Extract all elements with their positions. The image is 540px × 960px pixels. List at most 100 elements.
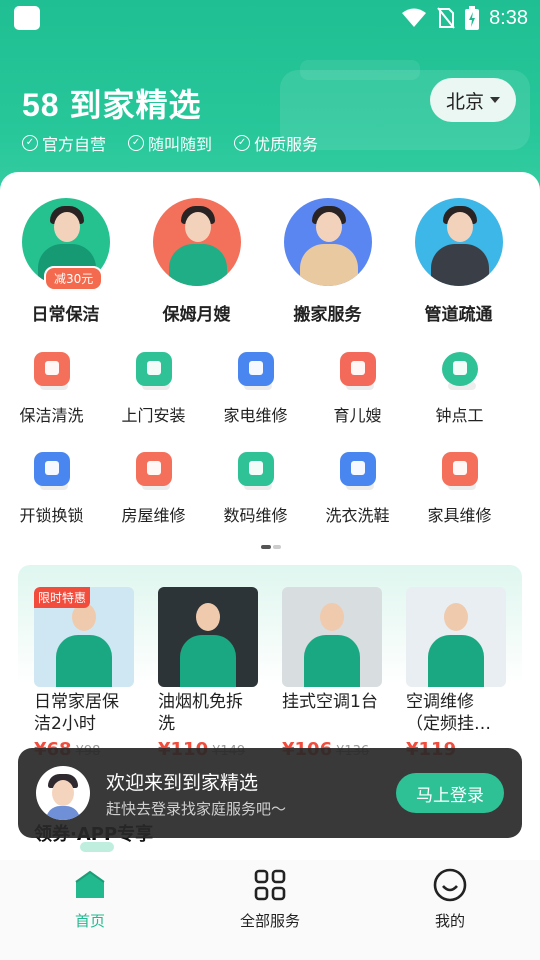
- tab-all-services[interactable]: 全部服务: [180, 860, 360, 960]
- service-furniture-repair[interactable]: 家具维修: [409, 448, 510, 548]
- status-icons: 8:38: [401, 6, 528, 30]
- service-label: 育儿嫂: [333, 406, 382, 425]
- caret-down-icon: [490, 97, 500, 103]
- page-dot: [273, 545, 281, 549]
- tag-on-call: ✓ 随叫随到: [128, 131, 212, 155]
- service-laundry[interactable]: 洗衣洗鞋: [307, 448, 408, 548]
- brand-logo: 58 到家精选: [22, 87, 202, 123]
- service-digital-repair[interactable]: 数码维修: [205, 448, 306, 548]
- page-dot-active: [261, 545, 271, 549]
- limited-offer-ribbon: 限时特惠: [34, 587, 91, 608]
- promo-title: 挂式空调1台: [282, 692, 378, 712]
- promo-title: 空调维修（定频挂…: [406, 692, 491, 734]
- promo-image: [406, 587, 506, 687]
- service-nanny[interactable]: 保姆月嫂: [131, 198, 262, 325]
- shirt-icon: [338, 448, 378, 490]
- service-label: 保姆月嫂: [162, 305, 231, 325]
- service-daily-cleaning[interactable]: 减30元 日常保洁: [0, 198, 131, 325]
- service-childcare[interactable]: 育儿嫂: [307, 348, 408, 448]
- promo-item[interactable]: 挂式空调1台 ¥106¥136: [282, 587, 382, 760]
- promo-image: [282, 587, 382, 687]
- promo-image: 限时特惠: [34, 587, 134, 687]
- service-label: 保洁清洗: [19, 406, 84, 425]
- tag-label: 随叫随到: [148, 135, 213, 154]
- promo-title: 日常家居保洁2小时: [34, 692, 119, 734]
- service-label: 搬家服务: [293, 305, 362, 325]
- tag-quality: ✓ 优质服务: [234, 131, 318, 155]
- app-notification-icon: [14, 6, 40, 30]
- promo-item[interactable]: 限时特惠 日常家居保洁2小时 ¥68¥98: [34, 587, 134, 760]
- nanny-avatar: [152, 198, 241, 286]
- promo-image: [158, 587, 258, 687]
- service-installation[interactable]: 上门安装: [103, 348, 204, 448]
- top-services: 减30元 日常保洁 保姆月嫂 搬家服务 管道疏通: [0, 198, 540, 325]
- tab-label: 全部服务: [239, 912, 300, 930]
- service-label: 家电维修: [223, 406, 288, 425]
- service-label: 钟点工: [435, 406, 484, 425]
- service-label: 开锁换锁: [19, 506, 84, 525]
- promo-item[interactable]: 油烟机免拆洗 ¥110¥149: [158, 587, 258, 760]
- home-icon: [73, 868, 107, 902]
- promo-item[interactable]: 空调维修（定频挂… ¥119: [406, 587, 506, 760]
- tab-profile[interactable]: 我的: [360, 860, 540, 960]
- camera-icon: [236, 448, 276, 490]
- avatar: [36, 766, 90, 820]
- bottom-nav: 首页 全部服务 我的: [0, 860, 540, 960]
- service-moving[interactable]: 搬家服务: [262, 198, 393, 325]
- service-label: 日常保洁: [31, 305, 100, 325]
- tag-label: 优质服务: [254, 135, 319, 154]
- login-prompt-title: 欢迎来到到家精选: [106, 772, 259, 794]
- status-bar: 8:38: [0, 0, 540, 36]
- fridge-icon: [236, 348, 276, 390]
- service-label: 洗衣洗鞋: [325, 506, 390, 525]
- services-grid: 保洁清洗 上门安装 家电维修 育儿嫂 钟点工 开锁换锁 房屋维修 数码维修 洗衣…: [0, 348, 540, 548]
- plumber-avatar: [414, 198, 503, 286]
- login-prompt-subtitle: 赶快去登录找家庭服务吧～: [106, 800, 287, 818]
- service-cleaning-washing[interactable]: 保洁清洗: [1, 348, 102, 448]
- lightning-icon: [440, 348, 480, 390]
- discount-badge: 减30元: [44, 266, 104, 291]
- page-indicator: [261, 545, 281, 549]
- wrench-icon: [134, 448, 174, 490]
- battery-icon: [465, 6, 480, 30]
- service-hourly-worker[interactable]: 钟点工: [409, 348, 510, 448]
- tab-home[interactable]: 首页: [0, 860, 180, 960]
- tab-label: 我的: [434, 912, 465, 930]
- mover-avatar: [283, 198, 372, 286]
- baby-bottle-icon: [338, 348, 378, 390]
- bag-icon: [32, 348, 72, 390]
- check-circle-icon: ✓: [128, 135, 145, 151]
- wifi-icon: [402, 8, 427, 27]
- login-button[interactable]: 马上登录: [396, 773, 504, 813]
- service-label: 数码维修: [223, 506, 288, 525]
- smiley-icon: [433, 868, 467, 902]
- promo-title: 油烟机免拆洗: [158, 692, 243, 734]
- check-circle-icon: ✓: [22, 135, 38, 151]
- tag-label: 官方自营: [42, 135, 107, 154]
- service-tags: ✓ 官方自营 ✓ 随叫随到 ✓ 优质服务: [22, 131, 318, 155]
- header-decoration: [300, 60, 420, 80]
- city-selector[interactable]: 北京: [430, 78, 516, 122]
- status-time: 8:38: [489, 6, 528, 29]
- lock-icon: [32, 448, 72, 490]
- tag-official: ✓ 官方自营: [22, 131, 106, 155]
- service-plumbing[interactable]: 管道疏通: [393, 198, 524, 325]
- service-label: 家具维修: [427, 506, 492, 525]
- promo-list: 限时特惠 日常家居保洁2小时 ¥68¥98 油烟机免拆洗 ¥110¥149 挂式…: [34, 587, 506, 760]
- services-row: 开锁换锁 房屋维修 数码维修 洗衣洗鞋 家具维修: [0, 448, 540, 548]
- city-label: 北京: [445, 90, 484, 113]
- toolbox-icon: [134, 348, 174, 390]
- wrench-icon: [440, 448, 480, 490]
- services-row: 保洁清洗 上门安装 家电维修 育儿嫂 钟点工: [0, 348, 540, 448]
- service-label: 房屋维修: [121, 506, 186, 525]
- check-circle-icon: ✓: [234, 135, 251, 151]
- tab-label: 首页: [74, 912, 105, 930]
- service-label: 上门安装: [121, 406, 186, 425]
- service-locksmith[interactable]: 开锁换锁: [1, 448, 102, 548]
- no-sim-icon: [437, 7, 455, 29]
- service-house-repair[interactable]: 房屋维修: [103, 448, 204, 548]
- grid-icon: [253, 868, 287, 902]
- service-appliance-repair[interactable]: 家电维修: [205, 348, 306, 448]
- service-label: 管道疏通: [424, 305, 493, 325]
- login-prompt: 欢迎来到到家精选 赶快去登录找家庭服务吧～ 马上登录: [18, 748, 522, 838]
